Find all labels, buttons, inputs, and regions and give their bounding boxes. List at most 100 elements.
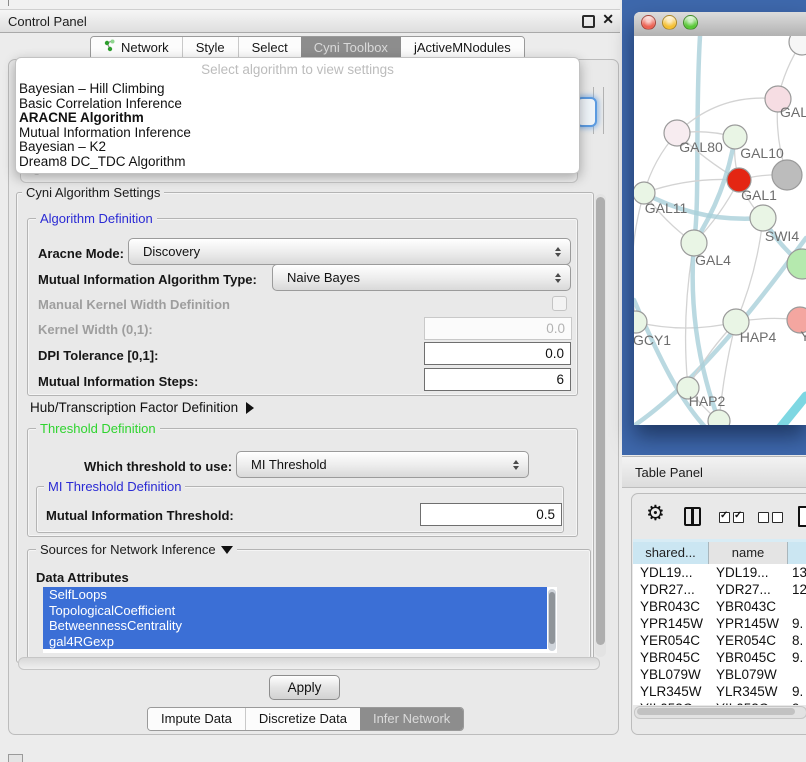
table-row[interactable]: YLR345WYLR345W9. (633, 683, 806, 700)
table-cell: YDR27... (709, 581, 788, 598)
which-threshold-value: MI Threshold (251, 457, 327, 472)
dpi-tolerance-input[interactable]: 0.0 (424, 342, 571, 365)
spinner-icon (555, 247, 561, 257)
table-hscrollbar-thumb[interactable] (637, 708, 795, 715)
settings-scrollbar-thumb[interactable] (596, 197, 605, 645)
table-cell: 9. (788, 615, 806, 632)
column-header[interactable] (788, 542, 806, 564)
node-label: SWI4 (765, 228, 799, 244)
unchecked-box-icon[interactable] (758, 512, 769, 523)
apply-button[interactable]: Apply (269, 675, 340, 700)
node-label: GAL (780, 104, 806, 120)
tab-infer-network[interactable]: Infer Network (360, 708, 463, 730)
node-label: GAL4 (695, 252, 731, 268)
algorithm-option[interactable]: Basic Correlation Inference (16, 97, 579, 112)
column-header[interactable]: name (709, 542, 788, 564)
network-node[interactable] (789, 36, 806, 55)
table-row[interactable]: YBL079WYBL079W (633, 666, 806, 683)
column-layout-icon[interactable] (684, 507, 701, 526)
tab-select[interactable]: Select (238, 37, 301, 59)
hub-section-header[interactable]: Hub/Transcription Factor Definition (30, 400, 254, 415)
node-label: GCY1 (634, 332, 671, 348)
mi-threshold-input[interactable]: 0.5 (420, 503, 562, 526)
algorithm-option[interactable]: Bayesian – K2 (16, 140, 579, 155)
top-strip (0, 0, 620, 9)
table-cell: YER054C (709, 632, 788, 649)
network-view-window: GALGAL80GAL10GAL1GAL11SWI4GAL4GCY1HAP4YH… (634, 12, 806, 425)
table-cell: YLR345W (633, 683, 709, 700)
network-window-titlebar[interactable] (634, 12, 806, 37)
network-node[interactable] (772, 160, 802, 190)
table-row[interactable]: YBR045CYBR045C9. (633, 649, 806, 666)
mi-type-combo[interactable]: Naive Bayes (272, 264, 571, 291)
column-header[interactable]: shared... (633, 542, 709, 564)
checked-box-icon[interactable] (719, 512, 730, 523)
table-cell: 8. (788, 632, 806, 649)
kernel-width-input[interactable]: 0.0 (424, 317, 572, 340)
close-light-icon[interactable] (641, 15, 656, 30)
minimize-light-icon[interactable] (662, 15, 677, 30)
table-cell: YER054C (633, 632, 709, 649)
node-label: GAL80 (679, 139, 723, 155)
app-root: Control Panel ✕ NetworkStyleSelectCyni T… (0, 0, 806, 762)
algorithm-option[interactable]: Mutual Information Inference (16, 126, 579, 141)
collapse-arrow-icon (221, 546, 233, 554)
table-row[interactable]: YER054CYER054C8. (633, 632, 806, 649)
unchecked-box-icon[interactable] (772, 512, 783, 523)
close-icon[interactable]: ✕ (602, 11, 614, 28)
tab-cyni-toolbox[interactable]: Cyni Toolbox (301, 37, 401, 59)
tab-network[interactable]: Network (91, 37, 182, 59)
table-row[interactable]: YDL19...YDL19...13 (633, 564, 806, 581)
dpi-tolerance-label: DPI Tolerance [0,1]: (38, 348, 158, 363)
bottom-left-gripper[interactable] (8, 754, 23, 762)
table-cell: 9. (788, 649, 806, 666)
tab-style[interactable]: Style (182, 37, 238, 59)
network-canvas[interactable]: GALGAL80GAL10GAL1GAL11SWI4GAL4GCY1HAP4YH… (634, 36, 806, 425)
algorithm-option[interactable]: ARACNE Algorithm (16, 111, 579, 126)
aracne-mode-combo[interactable]: Discovery (128, 238, 571, 265)
network-edge[interactable] (736, 218, 763, 322)
algorithm-definition-legend: Algorithm Definition (36, 211, 157, 226)
mi-threshold-label: Mutual Information Threshold: (46, 508, 234, 523)
table-row[interactable]: YBR043CYBR043C (633, 598, 806, 615)
attributes-scrollbar[interactable] (548, 589, 556, 651)
node-label: GAL1 (741, 187, 777, 203)
settings-scrollbar[interactable] (595, 194, 606, 657)
table-cell: YBR045C (633, 649, 709, 666)
attributes-scrollbar-thumb[interactable] (549, 592, 555, 644)
table-hscrollbar[interactable] (634, 706, 806, 719)
table-row[interactable]: YIL052CYIL052C9 (633, 700, 806, 705)
tab-jactivemnodules[interactable]: jActiveMNodules (401, 37, 524, 59)
table-cell: YBR045C (709, 649, 788, 666)
checked-box-icon[interactable] (733, 512, 744, 523)
table-panel-title: Table Panel (635, 465, 703, 480)
table-cell (788, 666, 806, 683)
table-cell: YDL19... (633, 564, 709, 581)
network-node[interactable] (708, 410, 730, 425)
gear-icon[interactable]: ⚙ (646, 501, 665, 526)
attribute-item[interactable]: TopologicalCoefficient (43, 603, 547, 619)
zoom-light-icon[interactable] (683, 15, 698, 30)
algorithm-option[interactable]: Dream8 DC_TDC Algorithm (16, 155, 579, 170)
mi-threshold-legend: MI Threshold Definition (44, 479, 185, 494)
table-row[interactable]: YDR27...YDR27...12 (633, 581, 806, 598)
network-icon (104, 37, 121, 59)
attribute-item[interactable]: gal4RGexp (43, 634, 547, 650)
table-cell: YPR145W (633, 615, 709, 632)
manual-kernel-checkbox[interactable] (552, 296, 567, 311)
table-row[interactable]: YPR145WYPR145W9. (633, 615, 806, 632)
tab-impute-data[interactable]: Impute Data (148, 708, 245, 730)
algorithm-option[interactable]: Bayesian – Hill Climbing (16, 82, 579, 97)
attribute-item[interactable]: SelfLoops (43, 587, 547, 603)
tab-discretize-data[interactable]: Discretize Data (245, 708, 360, 730)
settings-hscrollbar[interactable] (18, 657, 600, 670)
table-header-row: shared...name (633, 542, 806, 564)
sources-legend[interactable]: Sources for Network Inference (36, 542, 237, 557)
node-label: HAP2 (689, 393, 726, 409)
float-window-icon[interactable] (582, 15, 595, 28)
page-icon[interactable] (798, 506, 806, 527)
attribute-item[interactable]: BetweennessCentrality (43, 618, 547, 634)
which-threshold-combo[interactable]: MI Threshold (236, 451, 529, 478)
node-label: HAP4 (740, 329, 777, 345)
mi-steps-input[interactable]: 6 (424, 368, 571, 391)
